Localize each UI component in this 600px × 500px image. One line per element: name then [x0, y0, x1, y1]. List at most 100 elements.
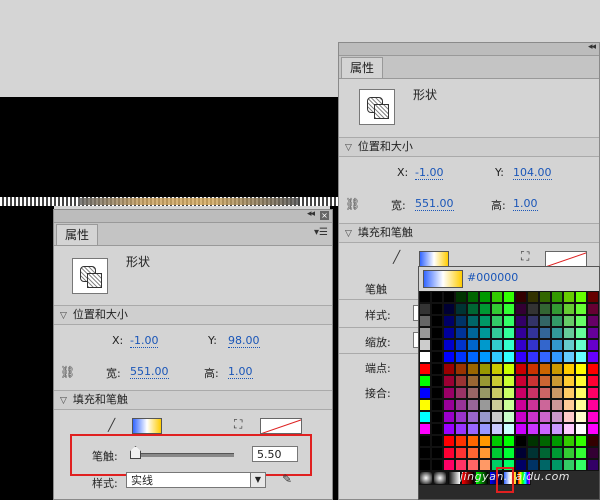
color-swatch[interactable] [551, 411, 563, 423]
color-swatch[interactable] [479, 315, 491, 327]
color-swatch[interactable] [419, 435, 431, 447]
color-swatch[interactable] [491, 399, 503, 411]
color-swatch[interactable] [431, 351, 443, 363]
color-swatch[interactable] [527, 411, 539, 423]
color-swatch[interactable] [563, 447, 575, 459]
color-swatch[interactable] [491, 315, 503, 327]
width-value[interactable]: 551.00 [130, 365, 169, 379]
color-swatch[interactable] [419, 375, 431, 387]
color-swatch[interactable] [527, 399, 539, 411]
color-swatch[interactable] [527, 339, 539, 351]
color-swatch[interactable] [551, 447, 563, 459]
color-swatch[interactable] [563, 387, 575, 399]
color-swatch[interactable] [563, 303, 575, 315]
color-swatch[interactable] [503, 363, 515, 375]
color-swatch[interactable] [443, 435, 455, 447]
color-swatch[interactable] [467, 303, 479, 315]
color-swatch[interactable] [575, 447, 587, 459]
color-swatch[interactable] [563, 339, 575, 351]
color-swatch[interactable] [503, 423, 515, 435]
width-value[interactable]: 551.00 [415, 197, 454, 211]
color-swatch[interactable] [551, 315, 563, 327]
color-swatch-popup[interactable]: #000000 [418, 266, 600, 500]
color-swatch[interactable] [515, 399, 527, 411]
color-swatch[interactable] [551, 375, 563, 387]
color-swatch[interactable] [539, 375, 551, 387]
color-swatch[interactable] [575, 423, 587, 435]
height-value[interactable]: 1.00 [513, 197, 538, 211]
color-swatch[interactable] [503, 303, 515, 315]
color-swatch[interactable] [515, 351, 527, 363]
color-swatch[interactable] [443, 363, 455, 375]
color-swatch[interactable] [491, 423, 503, 435]
color-swatch[interactable] [515, 447, 527, 459]
color-swatch[interactable] [527, 315, 539, 327]
color-swatch[interactable] [443, 339, 455, 351]
color-swatch[interactable] [587, 303, 599, 315]
color-swatch[interactable] [443, 303, 455, 315]
gradient-swatch[interactable] [433, 471, 447, 485]
color-swatch[interactable] [431, 291, 443, 303]
color-swatch[interactable] [551, 399, 563, 411]
color-swatch[interactable] [551, 339, 563, 351]
close-icon[interactable]: × [320, 211, 329, 220]
color-swatch[interactable] [467, 411, 479, 423]
color-swatch[interactable] [419, 315, 431, 327]
color-swatch[interactable] [587, 459, 599, 471]
color-swatch[interactable] [515, 363, 527, 375]
color-swatch[interactable] [419, 447, 431, 459]
color-swatch[interactable] [467, 363, 479, 375]
color-swatch[interactable] [527, 327, 539, 339]
color-swatch[interactable] [455, 351, 467, 363]
color-swatch[interactable] [515, 411, 527, 423]
color-swatch[interactable] [563, 315, 575, 327]
color-swatch[interactable] [479, 303, 491, 315]
color-swatch[interactable] [491, 339, 503, 351]
color-swatch[interactable] [431, 339, 443, 351]
color-swatch[interactable] [467, 291, 479, 303]
stroke-color-swatch[interactable] [132, 418, 162, 434]
color-swatch[interactable] [575, 459, 587, 471]
tab-properties[interactable]: 属性 [341, 57, 384, 78]
color-swatch[interactable] [455, 423, 467, 435]
color-swatch[interactable] [575, 399, 587, 411]
color-swatch[interactable] [575, 411, 587, 423]
color-swatch[interactable] [515, 327, 527, 339]
color-swatch[interactable] [539, 351, 551, 363]
color-swatch[interactable] [527, 363, 539, 375]
color-swatch[interactable] [503, 327, 515, 339]
color-swatch[interactable] [587, 291, 599, 303]
color-swatch[interactable] [587, 351, 599, 363]
color-swatch[interactable] [467, 327, 479, 339]
color-swatch[interactable] [467, 387, 479, 399]
color-swatch[interactable] [503, 387, 515, 399]
x-value[interactable]: -1.00 [130, 334, 159, 348]
color-swatch[interactable] [467, 447, 479, 459]
color-swatch[interactable] [491, 303, 503, 315]
color-swatch[interactable] [587, 363, 599, 375]
color-swatch[interactable] [467, 423, 479, 435]
color-swatch[interactable] [551, 435, 563, 447]
color-swatch[interactable] [527, 387, 539, 399]
color-swatch[interactable] [467, 399, 479, 411]
collapse-icon[interactable]: ◂◂ [307, 209, 315, 219]
color-swatch[interactable] [419, 327, 431, 339]
color-swatch[interactable] [539, 447, 551, 459]
color-swatch[interactable] [419, 459, 431, 471]
swatch-grid[interactable] [419, 291, 599, 471]
color-swatch[interactable] [575, 363, 587, 375]
color-swatch[interactable] [539, 315, 551, 327]
color-swatch[interactable] [587, 435, 599, 447]
color-swatch[interactable] [539, 411, 551, 423]
color-swatch[interactable] [587, 387, 599, 399]
color-swatch[interactable] [431, 423, 443, 435]
color-swatch[interactable] [587, 327, 599, 339]
color-swatch[interactable] [419, 339, 431, 351]
link-icon[interactable]: ⛓ [345, 197, 360, 211]
color-swatch[interactable] [575, 327, 587, 339]
color-swatch[interactable] [575, 339, 587, 351]
color-swatch[interactable] [491, 363, 503, 375]
color-swatch[interactable] [443, 315, 455, 327]
color-swatch[interactable] [431, 387, 443, 399]
color-swatch[interactable] [515, 303, 527, 315]
